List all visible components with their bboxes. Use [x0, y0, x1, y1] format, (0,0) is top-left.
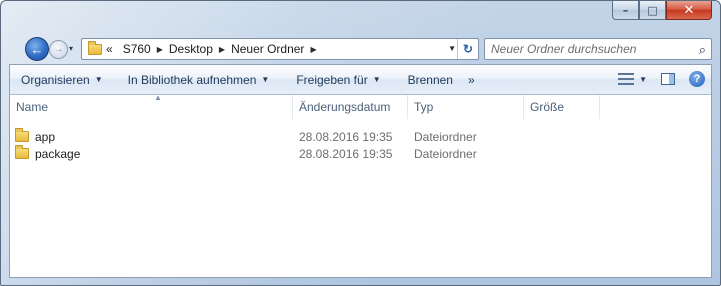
- more-commands-button[interactable]: »: [464, 73, 486, 87]
- file-name-cell: app: [10, 128, 293, 145]
- minimize-button[interactable]: –: [612, 1, 639, 20]
- forward-button[interactable]: →: [49, 40, 68, 59]
- window-frame: – □ ✕ ← → ▾ « S760 ▶ Desktop ▶ Neuer Ord…: [0, 0, 721, 286]
- back-button[interactable]: ←: [25, 37, 49, 61]
- close-button[interactable]: ✕: [666, 1, 712, 20]
- breadcrumb-overflow[interactable]: «: [106, 42, 113, 56]
- more-commands-icon: »: [467, 72, 475, 87]
- file-type: Dateiordner: [414, 146, 477, 161]
- sort-ascending-icon: ▲: [154, 93, 162, 102]
- caption-buttons: – □ ✕: [612, 1, 712, 21]
- breadcrumb-chevron-icon[interactable]: ▶: [219, 45, 225, 54]
- column-header: Name ▲ Änderungsdatum Typ Größe: [10, 93, 711, 119]
- help-icon: ?: [693, 73, 701, 85]
- organize-button[interactable]: Organisieren ▼: [10, 73, 114, 87]
- command-bar: Organisieren ▼ In Bibliothek aufnehmen ▼…: [10, 65, 711, 95]
- file-name-cell: package: [10, 145, 293, 162]
- column-header-date[interactable]: Änderungsdatum: [293, 95, 408, 119]
- file-date: 28.08.2016 19:35: [299, 129, 393, 144]
- chevron-down-icon: ▼: [94, 75, 103, 84]
- help-button[interactable]: ?: [689, 71, 705, 87]
- burn-label: Brennen: [407, 72, 453, 87]
- organize-label: Organisieren: [21, 72, 90, 87]
- file-type: Dateiordner: [414, 129, 477, 144]
- breadcrumb-item-s760[interactable]: S760: [123, 42, 151, 56]
- refresh-button[interactable]: ↻: [457, 39, 478, 59]
- include-in-library-button[interactable]: In Bibliothek aufnehmen ▼: [114, 73, 281, 87]
- column-header-size[interactable]: Größe: [524, 95, 600, 119]
- column-type-label: Typ: [414, 100, 434, 114]
- file-row-app[interactable]: app 28.08.2016 19:35 Dateiordner: [10, 128, 711, 145]
- file-name: package: [35, 146, 81, 161]
- column-date-label: Änderungsdatum: [299, 100, 391, 114]
- column-name-label: Name: [16, 100, 49, 114]
- back-arrow-icon: ←: [30, 41, 44, 57]
- chevron-down-icon: ▼: [261, 75, 270, 84]
- folder-icon: [15, 145, 29, 159]
- file-date: 28.08.2016 19:35: [299, 146, 393, 161]
- include-in-library-label: In Bibliothek aufnehmen: [127, 72, 257, 87]
- column-header-name[interactable]: Name ▲: [10, 93, 293, 119]
- forward-arrow-icon: →: [53, 44, 64, 55]
- preview-pane-icon[interactable]: [661, 73, 675, 85]
- address-dropdown-icon[interactable]: ▼: [448, 44, 456, 53]
- column-header-type[interactable]: Typ: [408, 95, 524, 119]
- breadcrumb-chevron-icon[interactable]: ▶: [310, 45, 316, 54]
- maximize-button[interactable]: □: [639, 1, 666, 20]
- navigation-row: ← → ▾ « S760 ▶ Desktop ▶ Neuer Ordner ▶ …: [21, 34, 712, 62]
- refresh-icon: ↻: [462, 42, 474, 56]
- folder-icon: [88, 40, 102, 55]
- breadcrumb-item-desktop[interactable]: Desktop: [169, 42, 213, 56]
- search-icon[interactable]: ⌕: [699, 42, 706, 58]
- file-size: [524, 128, 600, 145]
- address-bar[interactable]: « S760 ▶ Desktop ▶ Neuer Ordner ▶ ▼ ↻: [81, 38, 479, 60]
- file-size: [524, 145, 600, 162]
- search-placeholder: Neuer Ordner durchsuchen: [491, 42, 637, 56]
- folder-icon: [15, 128, 29, 142]
- column-size-label: Größe: [530, 100, 565, 114]
- burn-button[interactable]: Brennen: [392, 73, 464, 87]
- breadcrumb-item-neuer-ordner[interactable]: Neuer Ordner: [231, 42, 304, 56]
- chevron-down-icon: ▼: [372, 75, 381, 84]
- history-dropdown-icon[interactable]: ▾: [69, 44, 73, 53]
- share-with-label: Freigeben für: [296, 72, 368, 87]
- share-with-button[interactable]: Freigeben für ▼: [280, 73, 391, 87]
- explorer-content: Organisieren ▼ In Bibliothek aufnehmen ▼…: [9, 64, 712, 278]
- search-input[interactable]: Neuer Ordner durchsuchen ⌕: [484, 38, 712, 60]
- file-name: app: [35, 129, 56, 144]
- view-options-icon[interactable]: [618, 73, 635, 85]
- view-dropdown-icon[interactable]: ▼: [639, 75, 647, 84]
- file-row-package[interactable]: package 28.08.2016 19:35 Dateiordner: [10, 145, 711, 162]
- breadcrumb-chevron-icon[interactable]: ▶: [157, 45, 163, 54]
